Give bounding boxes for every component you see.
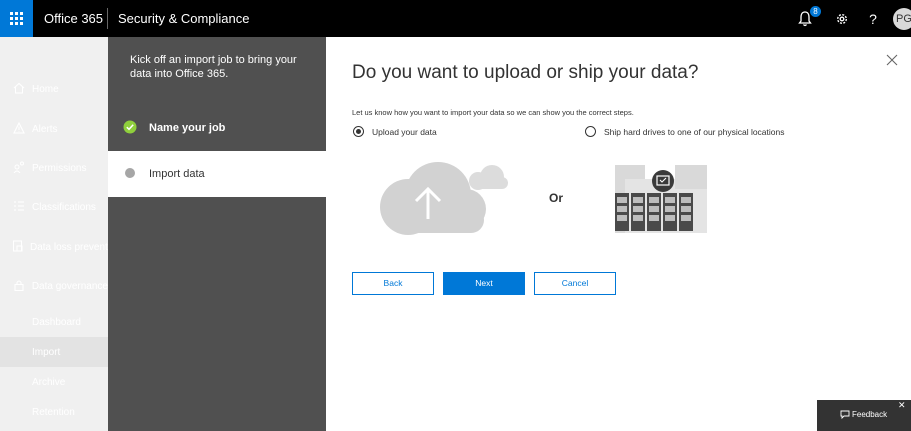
nav-item-data-loss-prevention[interactable]: Data loss prevention — [0, 232, 108, 262]
nav-item-data-governance[interactable]: Data governance — [0, 271, 108, 301]
left-navigation: Home Alerts Permissions Classifications … — [0, 37, 108, 431]
gear-icon — [836, 13, 848, 25]
sub-item-retention[interactable]: Retention — [0, 397, 108, 427]
import-method-prompt: Let us know how you want to import your … — [352, 108, 634, 117]
permissions-icon — [12, 161, 26, 176]
next-button[interactable]: Next — [443, 272, 525, 295]
lock-icon — [12, 279, 26, 294]
step-dot-icon — [123, 166, 137, 183]
cancel-button[interactable]: Cancel — [534, 272, 616, 295]
option-ship-drives[interactable]: Ship hard drives to one of our physical … — [585, 126, 785, 137]
nav-item-classifications[interactable]: Classifications — [0, 192, 108, 222]
nav-item-label: Permissions — [32, 162, 87, 174]
top-bar: Office 365 Security & Compliance 8 ? PG — [0, 0, 911, 37]
datacenter-illustration — [615, 165, 707, 233]
brand-link[interactable]: Office 365 — [44, 11, 103, 26]
nav-item-alerts[interactable]: Alerts — [0, 114, 108, 144]
option-label: Upload your data — [372, 126, 437, 137]
brand-divider — [107, 8, 108, 29]
app-title[interactable]: Security & Compliance — [118, 11, 250, 26]
page-title: Do you want to upload or ship your data? — [352, 62, 699, 83]
nav-item-label: Alerts — [32, 123, 58, 135]
waffle-icon — [10, 12, 23, 25]
wizard-step-label: Import data — [149, 168, 205, 180]
sub-item-import[interactable]: Import — [0, 337, 108, 367]
classifications-icon — [12, 200, 26, 215]
wizard-steps-panel: Kick off an import job to bring your dat… — [108, 37, 326, 431]
feedback-label: Feedback — [852, 410, 888, 419]
sub-item-dashboard[interactable]: Dashboard — [0, 307, 108, 337]
wizard-step-name-your-job[interactable]: Name your job — [108, 105, 326, 151]
feedback-icon — [840, 410, 850, 421]
nav-item-home[interactable]: Home — [0, 74, 108, 104]
home-icon — [12, 82, 26, 97]
or-separator: Or — [549, 191, 564, 205]
settings-button[interactable] — [832, 9, 852, 29]
nav-item-label: Classifications — [32, 201, 96, 213]
notification-count-badge: 8 — [810, 6, 821, 17]
nav-item-label: Data governance — [31, 280, 108, 292]
data-loss-icon — [12, 240, 24, 255]
close-icon — [886, 54, 898, 66]
upload-radio[interactable] — [353, 126, 364, 137]
ship-radio[interactable] — [585, 126, 596, 137]
app-launcher-button[interactable] — [0, 0, 33, 37]
feedback-button[interactable]: Feedback ✕ — [817, 400, 911, 431]
feedback-close-button[interactable]: ✕ — [898, 400, 906, 411]
sub-item-archive[interactable]: Archive — [0, 367, 108, 397]
nav-item-label: Home — [32, 83, 59, 95]
back-button[interactable]: Back — [352, 272, 434, 295]
close-button[interactable] — [886, 53, 898, 71]
nav-item-permissions[interactable]: Permissions — [0, 153, 108, 183]
wizard-step-label: Name your job — [149, 122, 226, 134]
check-circle-icon — [123, 120, 137, 137]
main-panel: Do you want to upload or ship your data?… — [326, 37, 911, 431]
option-label: Ship hard drives to one of our physical … — [604, 126, 785, 137]
nav-item-label: Data loss prevention — [30, 241, 108, 253]
wizard-step-import-data[interactable]: Import data — [108, 151, 326, 197]
avatar[interactable]: PG — [893, 8, 911, 30]
wizard-intro: Kick off an import job to bring your dat… — [130, 54, 297, 80]
alert-icon — [12, 121, 26, 137]
help-button[interactable]: ? — [865, 9, 881, 29]
option-upload[interactable]: Upload your data — [353, 126, 437, 137]
cloud-upload-illustration — [380, 162, 508, 235]
